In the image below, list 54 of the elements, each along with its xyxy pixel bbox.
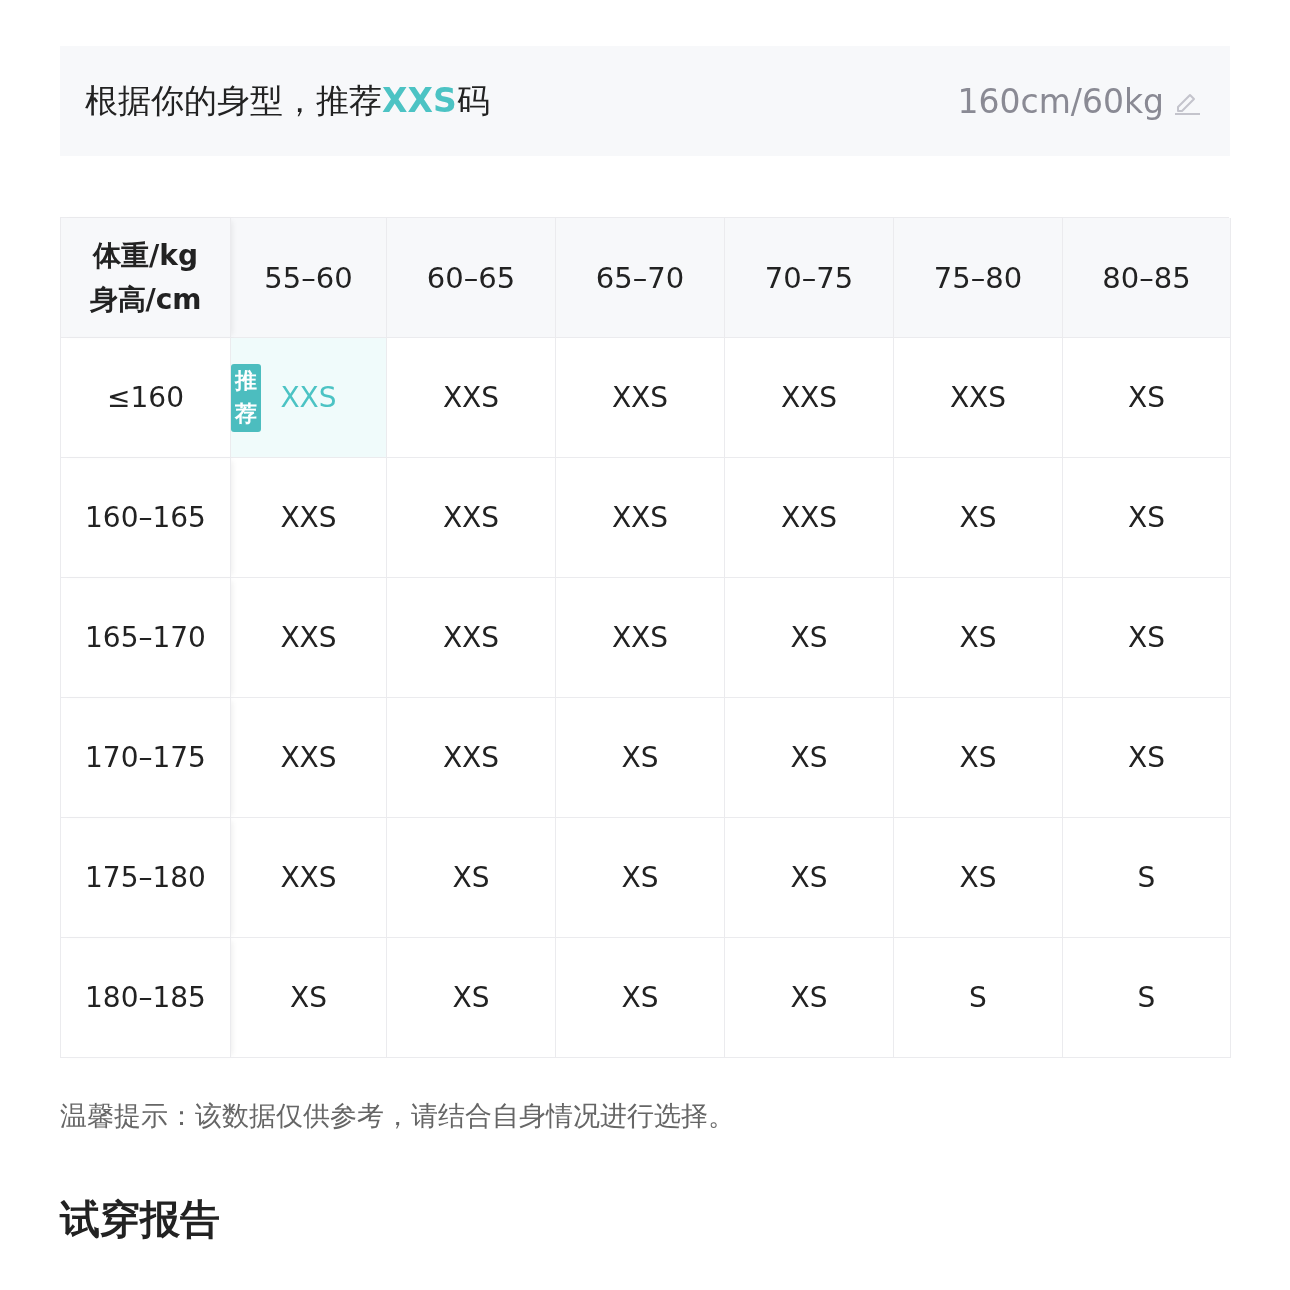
table-cell: 推荐 XXS xyxy=(231,338,387,458)
table-cell: XS xyxy=(1063,698,1231,818)
table-cell: XS xyxy=(725,818,894,938)
table-cell: XS xyxy=(725,578,894,698)
column-header: 75–80 xyxy=(894,218,1063,338)
table-cell: S xyxy=(894,938,1063,1058)
tip-text: 温馨提示：该数据仅供参考，请结合自身情况进行选择。 xyxy=(60,1099,736,1133)
edit-measurements-button[interactable]: 160cm/60kg xyxy=(957,81,1202,121)
row-header: 170–175 xyxy=(61,698,231,818)
table-cell: XS xyxy=(894,818,1063,938)
table-cell: S xyxy=(1063,818,1231,938)
column-header: 70–75 xyxy=(725,218,894,338)
table-cell: XS xyxy=(725,938,894,1058)
table-cell: XS xyxy=(387,938,556,1058)
table-cell: XXS xyxy=(894,338,1063,458)
table-cell: XXS xyxy=(231,578,387,698)
column-header: 80–85 xyxy=(1063,218,1231,338)
table-cell: XS xyxy=(1063,338,1231,458)
recommendation-text: 根据你的身型，推荐XXS码 xyxy=(85,79,490,122)
row-header: 165–170 xyxy=(61,578,231,698)
row-header: 180–185 xyxy=(61,938,231,1058)
table-cell: S xyxy=(1063,938,1231,1058)
table-cell: XXS xyxy=(725,458,894,578)
table-cell: XXS xyxy=(387,338,556,458)
column-header: 65–70 xyxy=(556,218,725,338)
table-cell: XXS xyxy=(387,458,556,578)
row-header: 160–165 xyxy=(61,458,231,578)
table-cell: XXS xyxy=(387,578,556,698)
table-cell: XXS xyxy=(231,698,387,818)
column-header: 60–65 xyxy=(387,218,556,338)
row-header: 175–180 xyxy=(61,818,231,938)
table-cell: XXS xyxy=(231,818,387,938)
weight-header: 体重/kg xyxy=(93,237,198,274)
table-cell: XS xyxy=(1063,578,1231,698)
table-cell: XS xyxy=(556,938,725,1058)
table-cell: XS xyxy=(387,818,556,938)
table-cell: XXS xyxy=(387,698,556,818)
table-cell: XS xyxy=(556,818,725,938)
table-cell: XXS xyxy=(231,458,387,578)
table-cell: XS xyxy=(894,698,1063,818)
section-title: 试穿报告 xyxy=(60,1195,221,1244)
table-cell: XXS xyxy=(556,458,725,578)
table-cell: XS xyxy=(725,698,894,818)
table-cell: XS xyxy=(894,578,1063,698)
column-header: 55–60 xyxy=(231,218,387,338)
table-cell: XS xyxy=(556,698,725,818)
table-cell: XS xyxy=(894,458,1063,578)
table-cell: XXS xyxy=(725,338,894,458)
height-header: 身高/cm xyxy=(89,281,202,318)
recommend-badge: 推荐 xyxy=(231,364,261,432)
table-cell: XXS xyxy=(556,338,725,458)
table-cell: XS xyxy=(1063,458,1231,578)
table-cell: XS xyxy=(231,938,387,1058)
table-cell: XXS xyxy=(556,578,725,698)
